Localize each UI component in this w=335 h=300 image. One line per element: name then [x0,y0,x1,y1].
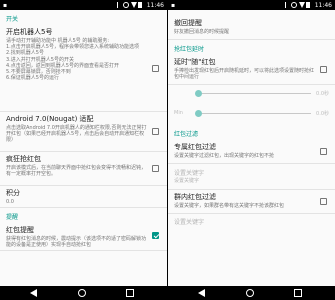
nav-bar [0,286,167,300]
pref-red-packet-remind[interactable]: 红包提醒 获得有红包消息的时候，震动提示（该选项不的适了密码解锁功能的设备是正使… [0,223,167,251]
status-clock: 11:46 [146,1,164,9]
slider-value: 0.0秒 [316,111,329,117]
system-icons [117,2,143,8]
enable-robot-checkbox[interactable] [152,65,159,72]
right-screen: ▪ 11:46 撤回提醒 好友撤回消息的时候提醒 抢红包延时 延时"随"红包 手… [168,0,335,300]
pref-recall-remind[interactable]: 撤回提醒 好友撤回消息的时候提醒 [168,16,335,40]
pref-title: 积分 [6,189,20,197]
pref-summary: 好友撤回消息的时候提醒 [174,29,230,35]
pref-group-filter[interactable]: 群内红包过滤 设置关键字，如果群名带有这关键字不抢该群红包 [168,190,335,214]
dnd-icon [123,2,129,8]
category-filter: 红包过滤 [174,131,199,138]
slider-thumb[interactable] [195,90,202,97]
pref-title: 开启机器人5号 [6,28,53,36]
status-bar: ▪ 11:46 [0,0,167,10]
slider-min-delay[interactable]: Min 0.0秒 [168,105,335,121]
slider-track[interactable] [195,90,311,97]
bluetooth-icon [285,2,289,8]
pref-summary: 设置关键字 [174,178,200,185]
pref-summary: 设置关键字过滤红包，出现关键字的红包不抢 [174,153,275,159]
crazy-grab-checkbox[interactable] [152,165,159,172]
red-packet-remind-checkbox[interactable] [152,232,159,239]
nav-bar [168,286,335,300]
delay-random-checkbox[interactable] [320,66,327,73]
pref-title: 延时"随"红包 [174,58,216,66]
pref-title: 群内红包过滤 [174,193,216,201]
pref-summary: 设置关键字，如果群名带有这关键字不抢该群红包 [174,203,285,209]
pref-summary: 手捧检出发现红包后开启随机延时，可以将此选项设置随时抢红包中间运行 [174,68,315,81]
bluetooth-icon [117,2,121,8]
exclusive-filter-checkbox[interactable] [320,148,327,155]
pref-title: Android 7.0(Nougat) 适配 [6,115,94,123]
pref-nougat-adapt[interactable]: Android 7.0(Nougat) 适配 点击选取Android 7.0开启… [0,112,167,152]
pref-title: 撤回提醒 [174,19,202,27]
pref-set-keyword-1[interactable]: 设置关键字 设置关键字 [168,164,335,190]
pref-exclusive-filter[interactable]: 专属红包过滤 设置关键字过滤红包，出现关键字的红包不抢 [168,140,335,164]
recents-icon[interactable] [294,289,302,297]
category-delay: 抢红包延时 [174,46,205,53]
pref-title: 专属红包过滤 [174,143,216,151]
pref-title: 疯狂抢红包 [6,155,41,163]
home-icon[interactable] [78,289,86,297]
left-screen: ▪ 11:46 开关 开启机器人5号 请手动打开辅助功能中 机器人5号 的辅助服… [0,0,167,300]
slider-value: 0.0秒 [316,91,329,97]
pref-summary: 请手动打开辅助功能中 机器人5号 的辅助服务: 1.点击开启机器人5号，程序会带… [6,38,139,82]
slider-thumb[interactable] [195,110,202,117]
pref-title: 设置关键字 [174,170,205,177]
category-remind: 提醒 [6,214,19,221]
recents-icon[interactable] [126,289,134,297]
home-icon[interactable] [246,289,254,297]
nougat-adapt-checkbox[interactable] [152,128,159,135]
pref-summary: 0.0 [6,199,14,205]
group-filter-checkbox[interactable] [320,198,327,205]
back-icon[interactable] [198,289,205,297]
pref-title: 红包提醒 [6,226,34,234]
pref-summary: 开启该模式后，在当前聊天界面中抢红包会变得不流畅和迟钝，有一定概率打开空包。 [6,165,147,178]
system-icons [285,2,311,8]
slider-track[interactable] [195,110,311,117]
battery-icon [138,2,142,8]
category-switch: 开关 [6,16,19,23]
slider-max-delay[interactable]: 0.0秒 [168,85,335,101]
pref-points[interactable]: 积分 0.0 [0,186,167,208]
pref-delay-random[interactable]: 延时"随"红包 手捧检出发现红包后开启随机延时，可以将此选项设置随时抢红包中间运… [168,55,335,85]
pref-summary: 获得有红包消息的时候，震动提示（该选项不的适了密码解锁功能的设备是正使用）实现手… [6,236,147,249]
wifi-icon [131,2,137,8]
status-clock: 11:46 [314,1,332,9]
back-icon[interactable] [30,289,37,297]
settings-list-left[interactable]: 开关 开启机器人5号 请手动打开辅助功能中 机器人5号 的辅助服务: 1.点击开… [0,10,167,286]
pref-crazy-grab[interactable]: 疯狂抢红包 开启该模式后，在当前聊天界面中抢红包会变得不流畅和迟钝，有一定概率打… [0,152,167,186]
battery-icon [306,2,310,8]
notification-icon: ▪ [171,1,176,9]
pref-title: 设置关键字 [174,219,205,226]
pref-summary: 点击选取Android 7.0开启机器人的通知栏权限,否则无法正常打开红包（如果… [6,125,147,144]
notification-icon: ▪ [3,1,8,9]
settings-list-right[interactable]: 撤回提醒 好友撤回消息的时候提醒 抢红包延时 延时"随"红包 手捧检出发现红包后… [168,10,335,286]
dnd-icon [291,2,297,8]
slider-label: Min [174,110,183,116]
wifi-icon [299,2,305,8]
pref-set-keyword-2[interactable]: 设置关键字 [168,214,335,230]
pref-enable-robot[interactable]: 开启机器人5号 请手动打开辅助功能中 机器人5号 的辅助服务: 1.点击开启机器… [0,25,167,112]
status-bar: ▪ 11:46 [168,0,335,10]
